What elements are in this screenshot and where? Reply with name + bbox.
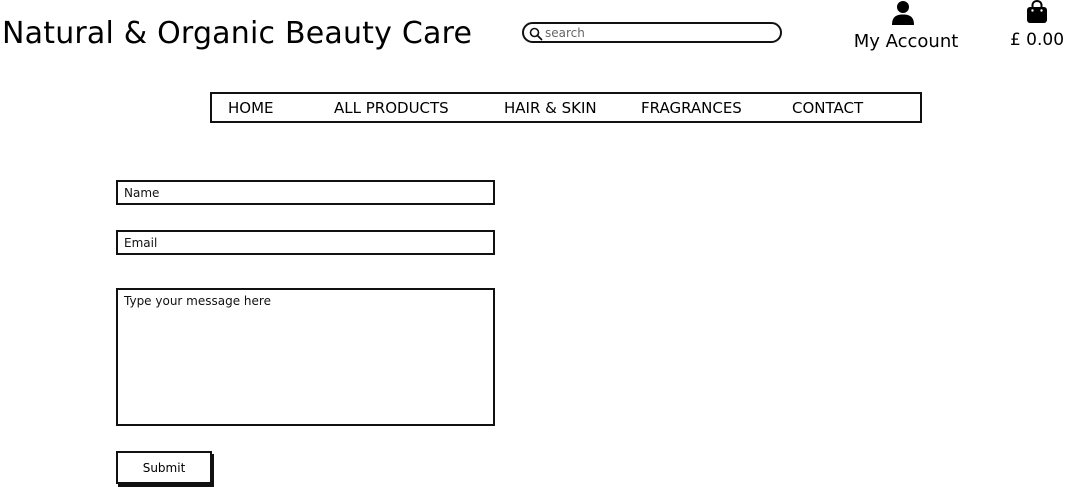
- nav-item-contact[interactable]: CONTACT: [792, 98, 863, 118]
- search-icon: [529, 26, 543, 41]
- nav-item-fragrances[interactable]: FRAGRANCES: [641, 98, 742, 118]
- search-box[interactable]: [522, 22, 782, 43]
- basket-link[interactable]: £ 0.00: [1006, 0, 1068, 56]
- search-input[interactable]: [543, 24, 777, 41]
- main-nav: HOME ALL PRODUCTS HAIR & SKIN FRAGRANCES…: [210, 92, 922, 123]
- nav-item-all-products[interactable]: ALL PRODUCTS: [334, 98, 449, 118]
- basket-total: £ 0.00: [1009, 30, 1065, 50]
- shopping-bag-icon: [1026, 0, 1048, 24]
- nav-item-home[interactable]: HOME: [228, 98, 274, 118]
- site-title: Natural & Organic Beauty Care: [2, 16, 473, 51]
- message-field[interactable]: [116, 288, 495, 426]
- nav-item-hair-skin[interactable]: HAIR & SKIN: [504, 98, 597, 118]
- submit-button[interactable]: Submit: [116, 451, 212, 484]
- user-icon: [891, 0, 915, 26]
- email-field[interactable]: [116, 230, 495, 255]
- my-account-label: My Account: [853, 31, 959, 52]
- my-account-link[interactable]: My Account: [852, 0, 960, 56]
- name-field[interactable]: [116, 180, 495, 205]
